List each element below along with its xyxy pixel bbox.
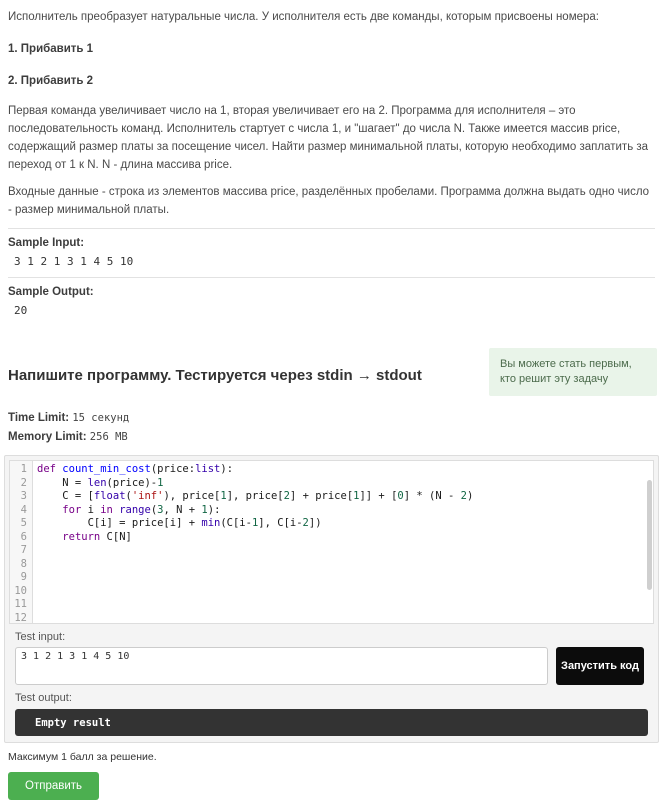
sample-output-value: 20 [14,304,28,317]
editor-gutter: 1 2 3 4 5 6 7 8 9 10 11 12 [10,461,33,623]
sample-input-value: 3 1 2 1 3 1 4 5 10 [14,255,134,268]
task-page: Исполнитель преобразует натуральные числ… [0,0,663,800]
problem-intro: Исполнитель преобразует натуральные числ… [8,11,599,23]
time-limit-value: 15 секунд [72,412,130,424]
sample-output-label: Sample Output: [8,286,94,298]
problem-command-2: 2. Прибавить 2 [8,75,94,87]
test-input-field[interactable]: 3 1 2 1 3 1 4 5 10 [15,647,548,685]
memory-limit-label: Memory Limit: [8,431,87,443]
divider [8,228,655,229]
run-code-button[interactable]: Запустить код [556,647,644,685]
test-output-label: Test output: [15,692,72,704]
time-limit-line: Time Limit: 15 секунд [8,412,655,424]
first-solver-notice: Вы можете стать первым, кто решит эту за… [489,348,657,396]
test-input-label: Test input: [15,631,66,643]
test-input-row: 3 1 2 1 3 1 4 5 10 Запустить код [15,647,648,685]
sample-input-label: Sample Input: [8,237,85,249]
submit-button[interactable]: Отправить [8,772,100,800]
editor-code[interactable]: def count_min_cost(price:list): N = len(… [33,461,653,623]
problem-description: Первая команда увеличивает число на 1, в… [8,105,649,171]
editor-scrollbar-thumb[interactable] [647,480,652,590]
problem-io-note: Входные данные - строка из элементов мас… [8,186,650,216]
task-heading: Напишите программу. Тестируется через st… [8,367,422,384]
problem-command-1: 1. Прибавить 1 [8,43,94,55]
memory-limit-line: Memory Limit: 256 MB [8,431,655,443]
memory-limit-value: 256 MB [89,431,128,443]
divider [8,277,655,278]
test-output-value: Empty result [35,716,111,729]
task-header-row: Напишите программу. Тестируется через st… [8,348,657,396]
solution-panel: 1 2 3 4 5 6 7 8 9 10 11 12 def count_min_cost(price… [4,455,659,743]
max-score-note: Максимум 1 балл за решение. [8,751,157,763]
test-output-bar: Empty result [15,709,648,736]
time-limit-label: Time Limit: [8,412,70,424]
code-editor[interactable]: 1 2 3 4 5 6 7 8 9 10 11 12 def count_min_cost(price… [9,460,654,624]
